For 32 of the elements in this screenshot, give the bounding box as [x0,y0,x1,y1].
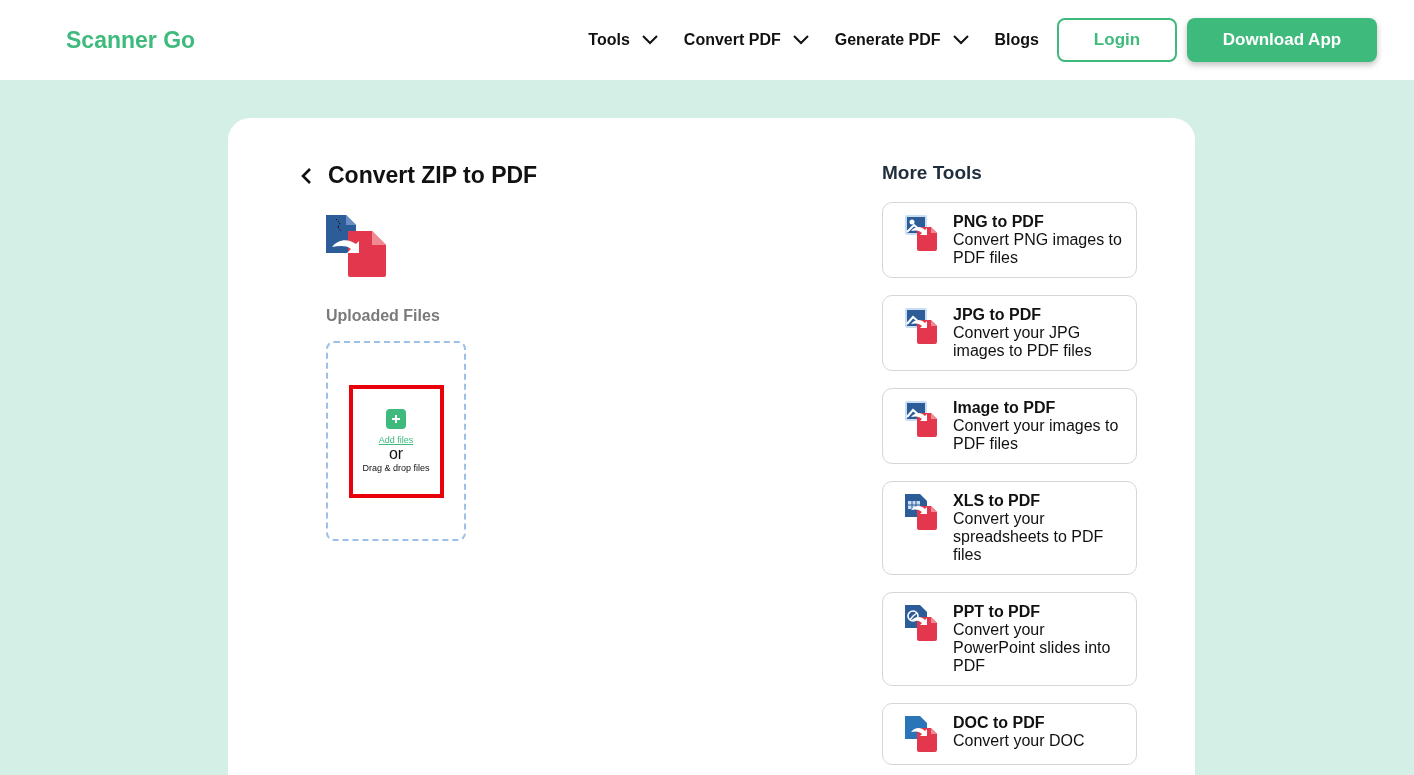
tool-title: DOC to PDF [953,714,1046,732]
tool-title: XLS to PDF [953,492,1042,510]
tool-card[interactable]: XLS to PDF Convert your spreadsheets to PDF files [882,481,1137,575]
back-icon[interactable] [300,166,312,185]
tool-description: Convert PNG images to PDF files [953,231,1123,267]
tool-card[interactable]: Image to PDF Convert your images to PDF files [882,388,1137,464]
chevron-down-icon [952,35,969,45]
tool-title: PNG to PDF [953,213,1045,231]
tool-card[interactable]: DOC to PDF Convert your DOC [882,703,1137,765]
section-heading: More Tools [882,162,983,184]
tool-description: Convert your JPG images to PDF files [953,324,1093,360]
tool-title: JPG to PDF [953,306,1042,324]
tool-card[interactable]: PPT to PDF Convert your PowerPoint slides into PDF [882,592,1137,686]
tool-description: Convert your PowerPoint slides into PDF [953,621,1112,675]
tool-card[interactable]: PNG to PDF Convert PNG images to PDF files [882,202,1137,278]
page-title: Convert ZIP to PDF [328,162,538,189]
tool-description: Convert your DOC [953,732,1085,750]
nav-menu[interactable]: Convert PDF [683,31,809,49]
chevron-down-icon [792,35,809,45]
nav-menu[interactable]: Generate PDF [834,31,969,49]
or-text: or [388,445,404,463]
chevron-down-icon [641,35,658,45]
tool-description: Convert your images to PDF files [953,417,1120,453]
section-label: Uploaded Files [326,307,441,325]
drag-drop-hint: Drag & drop files [362,463,430,473]
nav-link[interactable]: Blogs [994,31,1039,49]
tool-title: PPT to PDF [953,603,1042,621]
tool-description: Convert your spreadsheets to PDF files [953,510,1105,564]
nav-menu[interactable]: Tools [588,31,658,49]
zip-to-pdf-icon [326,215,388,277]
tool-card[interactable]: JPG to PDF Convert your JPG images to PDF files [882,295,1137,371]
tool-title: Image to PDF [953,399,1057,417]
